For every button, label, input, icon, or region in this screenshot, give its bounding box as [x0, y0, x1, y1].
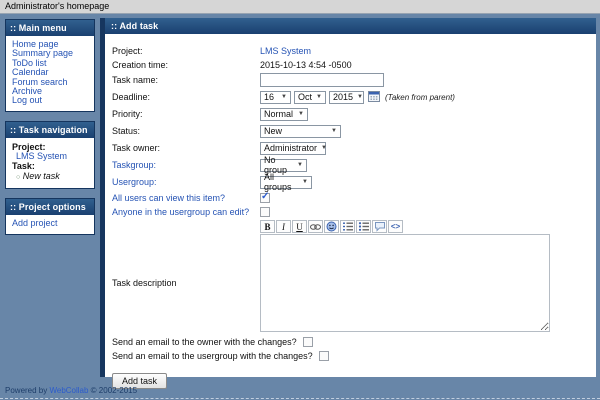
chevron-down-icon: ▼: [357, 94, 363, 100]
task-navigation-header: :: Task navigation: [6, 122, 94, 138]
add-task-panel-header: :: Add task: [105, 18, 596, 34]
add-project-link[interactable]: Add project: [12, 219, 92, 228]
deadline-note: (Taken from parent): [385, 93, 455, 102]
chevron-down-icon: ▼: [297, 162, 303, 168]
smiley-button[interactable]: [324, 220, 339, 233]
ordered-list-icon: [342, 221, 354, 232]
task-label: Task:: [12, 161, 92, 171]
sidebar-item-log-out[interactable]: Log out: [12, 96, 92, 105]
task-owner-label: Task owner:: [112, 143, 260, 153]
email-usergroup-label: Send an email to the usergroup with the …: [112, 351, 313, 361]
bold-button[interactable]: B: [260, 220, 275, 233]
page-title: Administrator's homepage: [5, 1, 109, 11]
calendar-icon[interactable]: [368, 90, 380, 104]
email-owner-label: Send an email to the owner with the chan…: [112, 337, 297, 347]
project-value-link[interactable]: LMS System: [260, 46, 311, 56]
bbcode-toolbar: B I U <>: [260, 220, 588, 233]
task-nav-item-label[interactable]: New task: [23, 171, 60, 181]
all-users-view-checkbox[interactable]: [260, 193, 270, 203]
anyone-edit-checkbox[interactable]: [260, 207, 270, 217]
main-menu-header: :: Main menu: [6, 20, 94, 36]
all-users-view-label-link[interactable]: All users can view this item?: [112, 193, 260, 203]
task-nav-item[interactable]: ○ New task: [12, 171, 92, 183]
chevron-down-icon: ▼: [281, 94, 287, 100]
task-name-input[interactable]: [260, 73, 384, 87]
sidebar: :: Main menu Home page Summary page ToDo…: [5, 19, 95, 244]
task-navigation-body: Project: LMS System Task: ○ New task: [6, 138, 94, 188]
all-users-view-row: All users can view this item?: [112, 191, 588, 204]
usergroup-select[interactable]: All groups▼: [260, 176, 312, 189]
footer-copyright: © 2002-2015: [88, 386, 137, 395]
project-row: Project: LMS System: [112, 44, 588, 57]
bullet-list-icon: [358, 221, 370, 232]
creation-time-label: Creation time:: [112, 60, 260, 70]
chevron-down-icon: ▼: [298, 111, 304, 117]
usergroup-row: Usergroup: All groups▼: [112, 174, 588, 190]
anyone-edit-label-link[interactable]: Anyone in the usergroup can edit?: [112, 207, 260, 217]
project-options-body: Add project: [6, 215, 94, 233]
task-description-row: Task description: [112, 234, 588, 332]
add-task-panel: :: Add task Project: LMS System Creation…: [100, 18, 596, 377]
page: { "topbar": { "title": "Administrator's …: [0, 0, 600, 400]
main-menu-box: :: Main menu Home page Summary page ToDo…: [5, 19, 95, 112]
quote-button[interactable]: [372, 220, 387, 233]
email-usergroup-checkbox[interactable]: [319, 351, 329, 361]
priority-label: Priority:: [112, 109, 260, 119]
deadline-year-select[interactable]: 2015▼: [329, 91, 364, 104]
ordered-list-button[interactable]: [340, 220, 355, 233]
anyone-edit-row: Anyone in the usergroup can edit?: [112, 205, 588, 218]
bullet-list-button[interactable]: [356, 220, 371, 233]
task-description-label: Task description: [112, 278, 260, 288]
project-options-header: :: Project options: [6, 199, 94, 215]
window-title-bar: Administrator's homepage: [0, 0, 600, 14]
priority-row: Priority: Normal▼: [112, 106, 588, 122]
status-label: Status:: [112, 126, 260, 136]
chevron-down-icon: ▼: [331, 128, 337, 134]
task-navigation-box: :: Task navigation Project: LMS System T…: [5, 121, 95, 189]
task-owner-select[interactable]: Administrator▼: [260, 142, 326, 155]
deadline-day-select[interactable]: 16▼: [260, 91, 291, 104]
bottom-divider: [0, 398, 600, 399]
taskgroup-select[interactable]: No group▼: [260, 159, 307, 172]
code-button[interactable]: <>: [388, 220, 403, 233]
email-usergroup-row: Send an email to the usergroup with the …: [112, 350, 588, 362]
status-row: Status: New▼: [112, 123, 588, 139]
main-menu-body: Home page Summary page ToDo list Calenda…: [6, 36, 94, 111]
status-select[interactable]: New▼: [260, 125, 341, 138]
creation-time-row: Creation time: 2015-10-13 4:54 -0500: [112, 58, 588, 71]
project-link[interactable]: LMS System: [12, 152, 92, 161]
deadline-label: Deadline:: [112, 92, 260, 102]
deadline-month-select[interactable]: Oct▼: [294, 91, 326, 104]
footer: Powered by WebCollab © 2002-2015: [5, 386, 137, 395]
email-owner-row: Send an email to the owner with the chan…: [112, 336, 588, 348]
smiley-icon: [326, 221, 337, 232]
task-owner-row: Task owner: Administrator▼: [112, 140, 588, 156]
webcollab-link[interactable]: WebCollab: [49, 386, 88, 395]
taskgroup-row: Taskgroup: No group▼: [112, 157, 588, 173]
chevron-down-icon: ▼: [321, 145, 327, 151]
task-description-textarea[interactable]: [260, 234, 550, 332]
add-task-form: Project: LMS System Creation time: 2015-…: [105, 34, 596, 389]
italic-button[interactable]: I: [276, 220, 291, 233]
project-field-label: Project:: [112, 46, 260, 56]
deadline-row: Deadline: 16▼ Oct▼ 2015▼ (Taken from par…: [112, 89, 588, 105]
taskgroup-label-link[interactable]: Taskgroup:: [112, 160, 260, 170]
priority-select[interactable]: Normal▼: [260, 108, 308, 121]
quote-icon: [374, 221, 386, 232]
task-name-label: Task name:: [112, 75, 260, 85]
email-owner-checkbox[interactable]: [303, 337, 313, 347]
usergroup-label-link[interactable]: Usergroup:: [112, 177, 260, 187]
project-options-box: :: Project options Add project: [5, 198, 95, 234]
task-name-row: Task name:: [112, 72, 588, 88]
creation-time-value: 2015-10-13 4:54 -0500: [260, 60, 352, 70]
underline-button[interactable]: U: [292, 220, 307, 233]
chevron-down-icon: ▼: [316, 94, 322, 100]
footer-powered-by: Powered by: [5, 386, 49, 395]
link-button[interactable]: [308, 220, 323, 233]
link-icon: [310, 223, 321, 231]
task-bullet-icon: ○: [16, 174, 20, 181]
chevron-down-icon: ▼: [302, 179, 308, 185]
